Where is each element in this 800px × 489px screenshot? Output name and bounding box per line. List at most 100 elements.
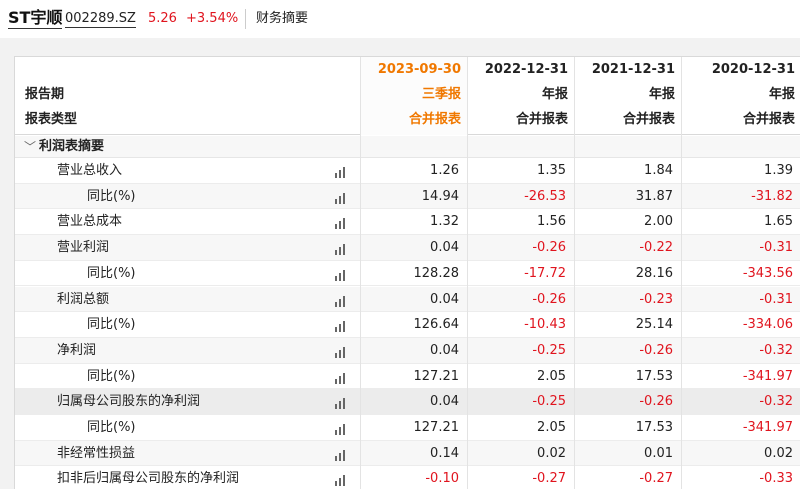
report-type: 合并报表 <box>742 112 795 127</box>
row-label: 同比(%) <box>87 188 136 204</box>
table-cell: -17.72 <box>524 265 566 281</box>
bar-chart-icon[interactable] <box>333 241 347 256</box>
stock-name[interactable]: ST宇顺 <box>8 8 63 29</box>
column-header: 2023-09-30 三季报合并报表 <box>360 57 467 135</box>
report-date: 2023-09-30 <box>377 62 461 77</box>
table-cell: 127.21 <box>413 368 460 384</box>
table-cell: 1.39 <box>764 163 793 178</box>
table-cell: 1.26 <box>430 163 459 178</box>
table-cell: 1.35 <box>537 163 566 178</box>
row-label: 同比(%) <box>87 265 136 281</box>
table-cell: 0.01 <box>644 445 673 461</box>
column-divider <box>467 57 468 489</box>
row-label: 扣非后归属母公司股东的净利润 <box>57 471 240 487</box>
row-label: 利润总额 <box>57 291 110 307</box>
row-label: 归属母公司股东的净利润 <box>57 394 201 410</box>
table-cell: 127.21 <box>413 420 460 435</box>
table-row: 同比(%) 14.94 -26.53 31.87 -31.82 <box>15 183 800 210</box>
table-cell: 2.00 <box>644 214 673 230</box>
table-cell: -0.23 <box>639 291 673 307</box>
table-cell: -0.32 <box>759 394 793 410</box>
report-date: 2022-12-31 <box>484 62 568 77</box>
table-cell: 0.14 <box>430 445 459 461</box>
row-label: 营业利润 <box>57 240 110 256</box>
table-cell: -31.82 <box>751 188 793 204</box>
bar-chart-icon[interactable] <box>333 215 347 230</box>
row-label: 同比(%) <box>87 317 136 333</box>
column-header: 2021-12-31 年报合并报表 <box>574 57 681 135</box>
report-type: 合并报表 <box>622 112 675 127</box>
column-header: 2022-12-31 年报合并报表 <box>467 57 574 135</box>
income-statement-section[interactable]: ﹀ 利润表摘要 <box>15 136 800 158</box>
table-cell: 0.04 <box>430 240 459 256</box>
table-row: 利润总额 0.04 -0.26 -0.23 -0.31 <box>15 286 800 313</box>
bar-chart-icon[interactable] <box>333 267 347 281</box>
bar-chart-icon[interactable] <box>333 395 347 410</box>
table-cell: -341.97 <box>742 368 793 384</box>
table-row: 归属母公司股东的净利润 0.04 -0.25 -0.26 -0.32 <box>15 389 800 415</box>
table-cell: 0.04 <box>430 291 459 307</box>
table-cell: -26.53 <box>524 188 566 204</box>
table-cell: -0.26 <box>532 291 566 307</box>
table-cell: -0.22 <box>639 240 673 256</box>
table-cell: -341.97 <box>742 420 793 435</box>
report-name: 年报 <box>768 87 795 102</box>
table-cell: 0.02 <box>764 445 793 461</box>
bar-chart-icon[interactable] <box>333 421 347 435</box>
table-row: 扣非后归属母公司股东的净利润 -0.10 -0.27 -0.27 -0.33 <box>15 466 800 489</box>
stock-code[interactable]: 002289.SZ <box>65 10 136 28</box>
table-row: 营业总成本 1.32 1.56 2.00 1.65 <box>15 209 800 236</box>
table-cell: 28.16 <box>635 265 673 281</box>
bar-chart-icon[interactable] <box>333 293 347 307</box>
table-cell: -10.43 <box>524 317 566 333</box>
table-cell: 0.04 <box>430 394 459 410</box>
report-date: 2021-12-31 <box>591 62 675 77</box>
table-cell: -0.26 <box>639 394 673 410</box>
table-row: 同比(%) 128.28 -17.72 28.16 -343.56 <box>15 261 800 287</box>
row-label: 同比(%) <box>87 368 136 384</box>
bar-chart-icon[interactable] <box>333 370 347 384</box>
tab-financial-summary[interactable]: 财务摘要 <box>256 10 308 27</box>
table-cell: 17.53 <box>635 368 673 384</box>
table-cell: 1.32 <box>430 214 459 230</box>
column-header: 2020-12-31 年报 合并报表 <box>681 57 800 135</box>
table-cell: 0.04 <box>430 342 459 358</box>
row-label: 同比(%) <box>87 420 136 435</box>
report-type-label: 报表类型 <box>25 112 78 127</box>
table-cell: 31.87 <box>635 188 673 204</box>
table-cell: -0.27 <box>532 471 566 487</box>
report-type: 合并报表 <box>515 112 568 127</box>
bar-chart-icon[interactable] <box>333 318 347 333</box>
table-cell: 2.05 <box>537 420 566 435</box>
divider <box>245 9 246 29</box>
table-header: 报告期 报表类型 2023-09-30 三季报合并报表 2022-12-31 年报合并… <box>15 57 800 135</box>
table-cell: 128.28 <box>413 265 460 281</box>
bar-chart-icon[interactable] <box>333 344 347 358</box>
period-label: 报告期 <box>25 87 65 102</box>
bar-chart-icon[interactable] <box>333 447 347 461</box>
table-cell: -0.33 <box>759 471 793 487</box>
price-change: +3.54% <box>186 11 239 26</box>
table-cell: 17.53 <box>635 420 673 435</box>
table-cell: 1.65 <box>764 214 793 230</box>
bar-chart-icon[interactable] <box>333 190 347 204</box>
report-name: 年报 <box>541 87 568 102</box>
report-name: 年报 <box>648 87 675 102</box>
table-row: 净利润 0.04 -0.25 -0.26 -0.32 <box>15 337 800 364</box>
bar-chart-icon[interactable] <box>333 164 347 178</box>
table-cell: -0.26 <box>639 342 673 358</box>
table-cell: -0.25 <box>532 394 566 410</box>
table-row: 非经常性损益 0.14 0.02 0.01 0.02 <box>15 440 800 467</box>
row-label: 营业总收入 <box>57 163 123 178</box>
row-label: 非经常性损益 <box>57 445 136 461</box>
table-cell: -343.56 <box>742 265 793 281</box>
table-row: 同比(%) 127.21 2.05 17.53 -341.97 <box>15 415 800 441</box>
table-row: 营业利润 0.04 -0.26 -0.22 -0.31 <box>15 235 800 261</box>
report-type: 合并报表 <box>408 112 461 127</box>
report-name: 三季报 <box>421 87 461 102</box>
table-cell: -0.10 <box>425 471 459 487</box>
bar-chart-icon[interactable] <box>333 472 347 487</box>
chevron-down-icon[interactable]: ﹀ <box>24 138 36 156</box>
table-cell: 1.84 <box>644 163 673 178</box>
row-label: 营业总成本 <box>57 214 123 230</box>
